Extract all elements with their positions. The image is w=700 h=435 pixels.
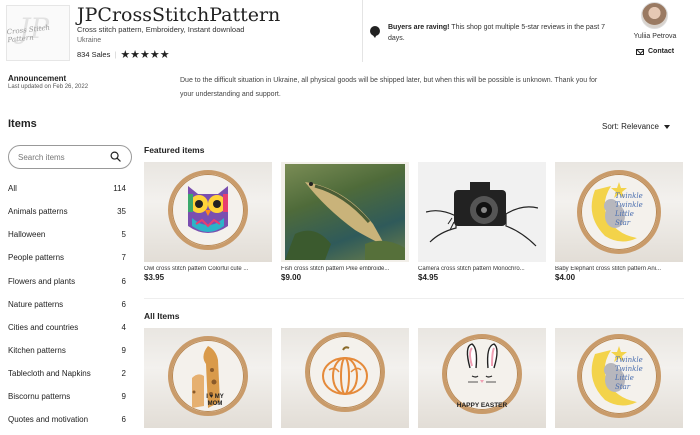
sidebar-item-label: Quotes and motivation [8, 415, 89, 424]
product-price: $9.00 [281, 273, 302, 282]
sidebar-item-label: Halloween [8, 230, 46, 239]
elephant-lettering: Twinkle Twinkle Little Star [615, 192, 643, 227]
sidebar-item-count: 2 [121, 369, 126, 378]
review-highlight: Buyers are raving! This shop got multipl… [388, 22, 608, 44]
sidebar-item-count: 6 [121, 415, 126, 424]
sidebar-item-label: Tablecloth and Napkins [8, 369, 91, 378]
sidebar-item[interactable]: Biscornu patterns 9 [8, 392, 126, 406]
contact-label: Contact [648, 48, 675, 55]
sidebar-item[interactable]: All 114 [8, 184, 126, 198]
product-image[interactable] [281, 162, 409, 262]
camera-pattern-image [426, 182, 538, 247]
sidebar-item-label: Biscornu patterns [8, 392, 71, 401]
shop-logo[interactable]: JP Cross Stitch Pattern [6, 5, 70, 61]
product-price: $4.00 [555, 273, 576, 282]
sidebar-item-label: All [8, 184, 17, 193]
sidebar-item[interactable]: Tablecloth and Napkins 2 [8, 369, 126, 383]
product-image[interactable] [281, 328, 409, 428]
owl-pattern-image [188, 186, 228, 233]
sidebar-item-label: Flowers and plants [8, 277, 76, 286]
featured-card[interactable]: Camera cross stitch pattern Monochro... … [418, 162, 546, 282]
sidebar-item-label: Animals patterns [8, 207, 68, 216]
product-image[interactable]: Twinkle Twinkle Little Star [555, 162, 683, 262]
section-divider [144, 298, 684, 299]
shop-location: Ukraine [77, 37, 102, 44]
fish-pattern-image [285, 182, 405, 260]
owner-name[interactable]: Yuliia Petrova [620, 33, 690, 40]
sidebar-item-count: 6 [121, 277, 126, 286]
sidebar-item[interactable]: Cities and countries 4 [8, 323, 126, 337]
search-input[interactable] [18, 151, 106, 163]
all-items-heading: All Items [144, 311, 180, 321]
product-image[interactable] [144, 162, 272, 262]
bunny-pattern-image [466, 343, 498, 383]
sales-count: 834 Sales [77, 50, 111, 59]
caret-down-icon [663, 124, 670, 129]
sidebar-item[interactable]: People patterns 7 [8, 253, 126, 267]
shop-description: Cross stitch pattern, Embroidery, Instan… [77, 25, 245, 34]
search-box[interactable] [8, 145, 132, 169]
logo-text: Cross Stitch Pattern [6, 23, 51, 45]
sidebar-item-count: 35 [117, 207, 126, 216]
sidebar-item[interactable]: Nature patterns 6 [8, 300, 126, 314]
shop-sales: 834 Sales | ★★★★★ [77, 48, 170, 61]
chat-bubble-icon [370, 26, 380, 38]
sidebar-item-count: 4 [121, 323, 126, 332]
item-card[interactable]: Twinkle Twinkle Little Star [555, 328, 683, 428]
product-title[interactable]: Camera cross stitch pattern Monochro... [418, 266, 546, 272]
giraffe-lettering: I ♥ MY MOM [206, 394, 224, 407]
sidebar-item-count: 9 [121, 392, 126, 401]
contact-button[interactable]: Contact [636, 48, 674, 55]
sidebar-item-count: 9 [121, 346, 126, 355]
owner-avatar[interactable] [641, 2, 668, 29]
header-divider [362, 0, 363, 62]
product-image[interactable]: I ♥ MY MOM [144, 328, 272, 428]
item-card[interactable] [281, 328, 409, 428]
star-rating[interactable]: ★★★★★ [120, 48, 169, 61]
elephant-lettering: Twinkle Twinkle Little Star [615, 356, 643, 391]
sidebar-item[interactable]: Flowers and plants 6 [8, 277, 126, 291]
item-card[interactable]: I ♥ MY MOM [144, 328, 272, 428]
sidebar-item-count: 5 [121, 230, 126, 239]
divider-bar: | [114, 50, 117, 59]
sidebar-item-label: Kitchen patterns [8, 346, 66, 355]
sidebar-item-count: 114 [113, 184, 126, 193]
sidebar-item[interactable]: Kitchen patterns 9 [8, 346, 126, 360]
pumpkin-pattern-image [322, 346, 368, 395]
featured-heading: Featured items [144, 145, 205, 155]
product-price: $3.95 [144, 273, 165, 282]
search-icon[interactable] [110, 151, 121, 162]
sidebar-item[interactable]: Halloween 5 [8, 230, 126, 244]
sidebar-item-label: Nature patterns [8, 300, 64, 309]
sidebar-item-count: 7 [121, 253, 126, 262]
sidebar-item[interactable]: Animals patterns 35 [8, 207, 126, 221]
product-price: $4.95 [418, 273, 439, 282]
sort-label: Sort: Relevance [602, 122, 659, 131]
sidebar-item-label: People patterns [8, 253, 65, 262]
featured-card[interactable]: Twinkle Twinkle Little Star Baby Elephan… [555, 162, 683, 282]
product-image[interactable]: Twinkle Twinkle Little Star [555, 328, 683, 428]
shop-name: JPCrossStitchPattern [77, 4, 281, 26]
product-image[interactable] [418, 162, 546, 262]
sidebar-item-count: 6 [121, 300, 126, 309]
sort-dropdown[interactable]: Sort: Relevance [602, 122, 670, 131]
product-title[interactable]: Fish cross stitch pattern Pike embroide.… [281, 266, 409, 272]
sidebar-item-label: Cities and countries [8, 323, 79, 332]
announcement-title: Announcement [8, 74, 67, 83]
mail-icon [636, 48, 644, 55]
featured-card[interactable]: Fish cross stitch pattern Pike embroide.… [281, 162, 409, 282]
sidebar-item[interactable]: Quotes and motivation 6 [8, 415, 126, 429]
featured-card[interactable]: Owl cross stitch pattern Colorful cute .… [144, 162, 272, 282]
product-title[interactable]: Baby Elephant cross stitch pattern Ani..… [555, 266, 683, 272]
review-highlight-bold: Buyers are raving! [388, 24, 450, 31]
product-image[interactable]: HAPPY EASTER [418, 328, 546, 428]
announcement-body: Due to the difficult situation in Ukrain… [180, 77, 598, 98]
product-title[interactable]: Owl cross stitch pattern Colorful cute .… [144, 266, 272, 272]
item-card[interactable]: HAPPY EASTER [418, 328, 546, 428]
announcement-date: Last updated on Feb 26, 2022 [8, 84, 89, 90]
easter-lettering: HAPPY EASTER [456, 402, 508, 409]
items-heading: Items [8, 118, 37, 130]
